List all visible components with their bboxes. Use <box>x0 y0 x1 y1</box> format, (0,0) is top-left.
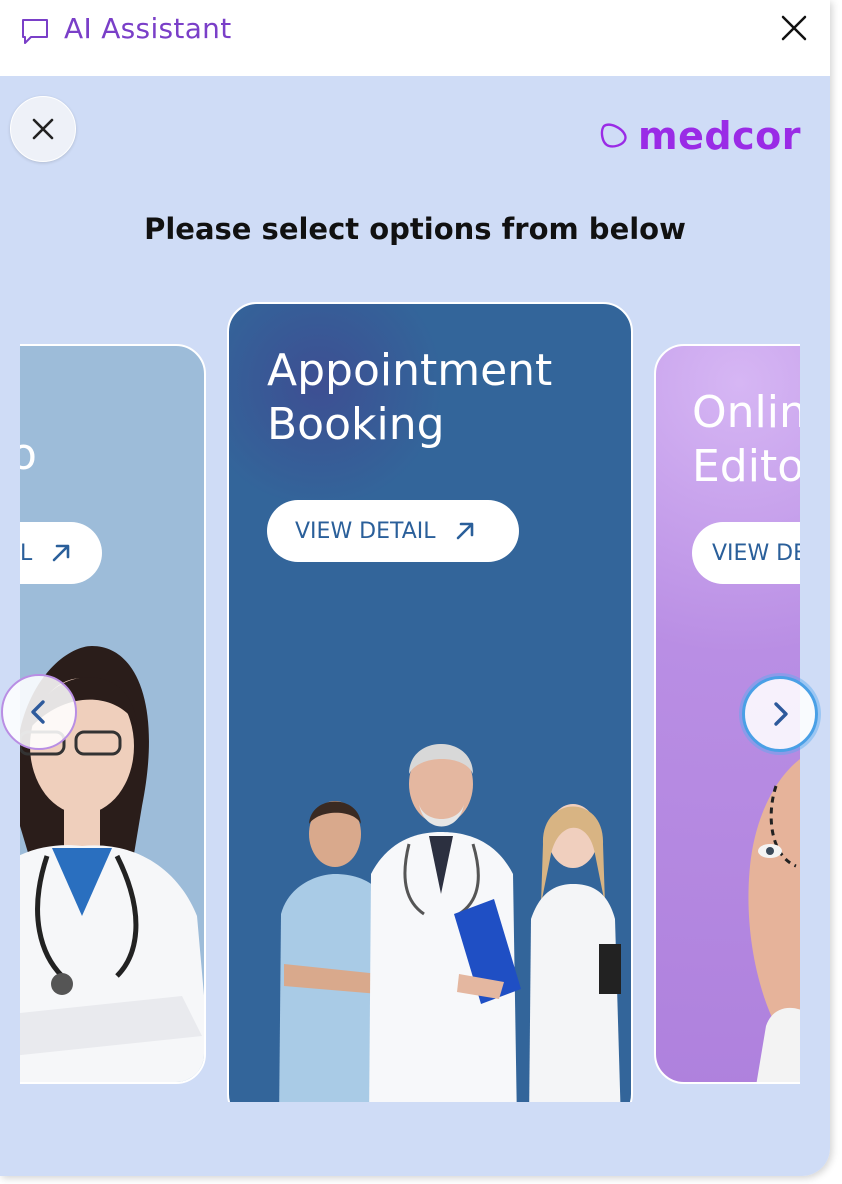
view-detail-button[interactable]: L <box>20 522 102 584</box>
card-title: Onlin Editor <box>692 387 800 492</box>
options-carousel: o L <box>20 302 800 1102</box>
chevron-left-icon <box>31 700 45 724</box>
logo-text: medcor <box>638 114 801 158</box>
card-title: Appointment Booking <box>267 345 553 450</box>
panel-header: AI Assistant <box>0 0 830 76</box>
carousel-next-button[interactable] <box>742 676 818 752</box>
view-detail-label: L <box>20 540 33 566</box>
arrow-up-right-icon <box>456 522 473 540</box>
panel-title: AI Assistant <box>64 12 232 45</box>
close-icon[interactable] <box>778 12 810 44</box>
options-area: medcor Please select options from below … <box>0 76 830 1176</box>
medcor-logo: medcor <box>598 114 801 158</box>
view-detail-button[interactable]: VIEW DETAIL <box>267 500 519 562</box>
assistant-panel: AI Assistant medcor Please select option… <box>0 0 830 1176</box>
option-card-appointment-booking[interactable]: Appointment Booking VIEW DETAIL <box>227 302 633 1102</box>
view-detail-button[interactable]: VIEW DE <box>692 522 800 584</box>
patient-face-image <box>748 759 800 1082</box>
page-heading: Please select options from below <box>144 212 686 246</box>
carousel-prev-button[interactable] <box>1 674 77 750</box>
chevron-right-icon <box>774 702 788 726</box>
arrow-up-right-icon <box>52 544 70 562</box>
doctors-team-image <box>279 744 621 1102</box>
view-detail-label: VIEW DETAIL <box>295 518 436 544</box>
dismiss-button[interactable] <box>10 96 76 162</box>
close-icon <box>32 118 54 140</box>
card-title: o <box>20 428 37 482</box>
chat-icon <box>22 19 48 44</box>
logo-blob-icon <box>600 123 627 148</box>
view-detail-label: VIEW DE <box>712 540 800 566</box>
